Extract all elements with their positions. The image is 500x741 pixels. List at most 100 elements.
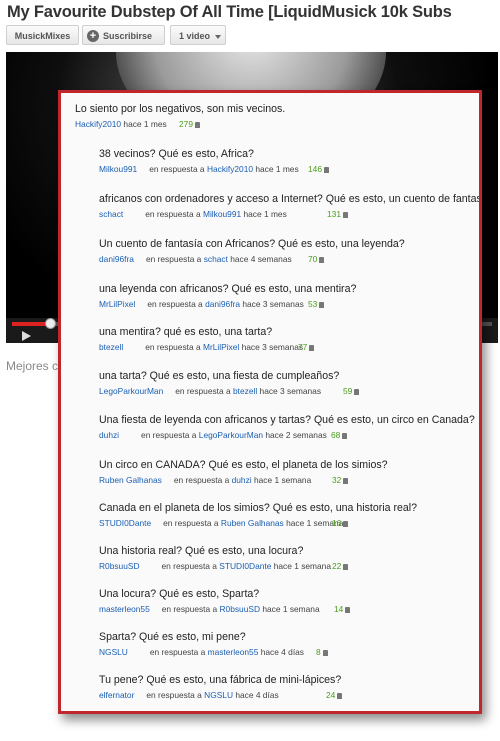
comment-text: Sparta? Qué es esto, mi pene?	[99, 631, 246, 643]
channel-button[interactable]: MusickMixes	[6, 25, 79, 45]
comment-author-link[interactable]: btezell	[99, 342, 123, 352]
reply-prefix: en respuesta a	[163, 518, 219, 528]
comment-meta: NGSLU en respuesta a masterleon55 hace 4 …	[99, 647, 429, 659]
comment-item: Una locura? Qué es esto, Sparta? masterle…	[99, 588, 351, 614]
comment-text: Una fiesta de leyenda con africanos y ta…	[99, 414, 475, 426]
like-count: 16	[332, 518, 349, 528]
like-count: 68	[331, 430, 348, 440]
comment-item: Un circo en CANADA? Qué es esto, el plan…	[99, 459, 388, 485]
reply-prefix: en respuesta a	[173, 475, 230, 485]
comment-author-link[interactable]: duhzi	[99, 430, 119, 440]
comments-heading: Mejores co	[6, 359, 65, 373]
comment-time: hace 1 semana	[273, 561, 332, 571]
comment-author-link[interactable]: masterleon55	[99, 604, 150, 614]
comment-time: hace 1 semana	[262, 604, 320, 614]
like-count: 77	[298, 342, 315, 352]
comment-author-link[interactable]: R0bsuuSD	[99, 561, 140, 571]
progress-knob[interactable]	[45, 318, 57, 329]
reply-to-link[interactable]: R0bsuuSD	[220, 604, 261, 614]
comment-time: hace 2 semanas	[265, 430, 327, 440]
comment-meta: LegoParkourMan en respuesta a btezell hac…	[99, 386, 429, 398]
comment-meta: Milkou991 en respuesta a Hackify2010 hace…	[99, 164, 429, 176]
comment-author-link[interactable]: LegoParkourMan	[99, 386, 163, 396]
comment-author-link[interactable]: STUDI0Dante	[99, 518, 151, 528]
comment-meta: R0bsuuSD en respuesta a STUDI0Dante hace …	[99, 561, 429, 573]
like-count: 146	[308, 164, 329, 174]
reply-to-link[interactable]: Hackify2010	[207, 164, 253, 174]
comment-text: una tarta? Qué es esto, una fiesta de cu…	[99, 370, 340, 382]
reply-to-link[interactable]: masterleon55	[208, 647, 259, 657]
subscribe-label: Suscribirse	[103, 31, 153, 41]
like-count: 53	[308, 299, 325, 309]
reply-to-link[interactable]: Ruben Galhanas	[221, 518, 284, 528]
comment-item: Tu pene? Qué es esto, una fábrica de min…	[99, 674, 343, 700]
comment-text: una leyenda con africanos? Qué es esto, …	[99, 283, 357, 295]
reply-to-link[interactable]: Milkou991	[203, 209, 241, 219]
thumbs-up-icon[interactable]	[343, 478, 349, 484]
comment-author-link[interactable]: schact	[99, 209, 123, 219]
reply-prefix: en respuesta a	[149, 164, 205, 174]
comment-author-link[interactable]: Hackify2010	[75, 119, 121, 129]
thumbs-up-icon[interactable]	[354, 389, 360, 395]
reply-to-link[interactable]: LegoParkourMan	[199, 430, 263, 440]
reply-to-link[interactable]: MrLilPixel	[203, 342, 239, 352]
comment-item: 38 vecinos? Qué es esto, Africa? Milkou99…	[99, 148, 329, 174]
comment-meta: duhzi en respuesta a LegoParkourMan hace …	[99, 430, 429, 442]
reply-prefix: en respuesta a	[161, 561, 217, 571]
plus-icon: +	[87, 29, 99, 42]
comment-item: Canada en el planeta de los simios? Qué …	[99, 502, 418, 528]
comment-text: Una locura? Qué es esto, Sparta?	[99, 588, 260, 600]
thumbs-up-icon[interactable]	[342, 212, 348, 218]
comment-item: africanos con ordenadores y acceso a Int…	[99, 193, 479, 219]
comment-item: una tarta? Qué es esto, una fiesta de cu…	[99, 370, 360, 396]
comment-item: Una fiesta de leyenda con africanos y ta…	[99, 414, 475, 440]
thumbs-up-icon[interactable]	[319, 257, 325, 263]
like-count: 32	[332, 475, 349, 485]
videos-dropdown[interactable]: 1 video	[170, 25, 226, 45]
reply-to-link[interactable]: duhzi	[232, 475, 252, 485]
reply-to-link[interactable]: btezell	[233, 386, 257, 396]
thumbs-up-icon[interactable]	[322, 650, 328, 656]
thumbs-up-icon[interactable]	[337, 693, 343, 699]
comment-time: hace 4 días	[260, 647, 304, 657]
thumbs-up-icon[interactable]	[343, 564, 349, 570]
comment-text: Un circo en CANADA? Qué es esto, el plan…	[99, 459, 388, 471]
comment-item: Una historia real? Qué es esto, una locu…	[99, 545, 349, 571]
thumbs-up-icon[interactable]	[342, 433, 348, 439]
comment-item: Sparta? Qué es esto, mi pene? NGSLU en res…	[99, 631, 328, 657]
comment-text: Un cuento de fantasía con Africanos? Qué…	[99, 238, 405, 250]
thumbs-up-icon[interactable]	[345, 607, 351, 613]
subscribe-button[interactable]: + Suscribirse	[82, 25, 165, 45]
reply-to-link[interactable]: NGSLU	[204, 690, 233, 700]
reply-prefix: en respuesta a	[145, 209, 201, 219]
play-icon[interactable]	[22, 331, 31, 341]
reply-to-link[interactable]: STUDI0Dante	[219, 561, 271, 571]
comment-time: hace 1 mes	[243, 209, 287, 219]
videos-label: 1 video	[179, 31, 211, 41]
comment-meta: schact en respuesta a Milkou991 hace 1 me…	[99, 209, 429, 221]
reply-prefix: en respuesta a	[175, 386, 231, 396]
thumbs-up-icon[interactable]	[319, 302, 325, 308]
reply-to-link[interactable]: dani96fra	[205, 299, 240, 309]
comment-time: hace 3 semanas	[259, 386, 322, 396]
comment-time: hace 1 semana	[253, 475, 312, 485]
chevron-down-icon	[215, 34, 222, 39]
comment-author-link[interactable]: Milkou991	[99, 164, 137, 174]
thumbs-up-icon[interactable]	[343, 521, 349, 527]
comment-author-link[interactable]: MrLilPixel	[99, 299, 135, 309]
thumbs-up-icon[interactable]	[323, 167, 329, 173]
comment-text: Canada en el planeta de los simios? Qué …	[99, 502, 418, 514]
comment-text: Lo siento por los negativos, son mis vec…	[75, 103, 286, 115]
reply-to-link[interactable]: schact	[204, 254, 228, 264]
comment-author-link[interactable]: Ruben Galhanas	[99, 475, 162, 485]
comment-meta: STUDI0Dante en respuesta a Ruben Galhanas…	[99, 518, 429, 530]
like-count: 131	[327, 209, 348, 219]
comment-author-link[interactable]: NGSLU	[99, 647, 128, 657]
comment-author-link[interactable]: dani96fra	[99, 254, 134, 264]
thumbs-up-icon[interactable]	[194, 122, 200, 128]
like-count: 14	[334, 604, 351, 614]
reply-prefix: en respuesta a	[147, 299, 203, 309]
comment-time: hace 1 mes	[255, 164, 299, 174]
comment-author-link[interactable]: elfernator	[99, 690, 134, 700]
thumbs-up-icon[interactable]	[309, 345, 315, 351]
